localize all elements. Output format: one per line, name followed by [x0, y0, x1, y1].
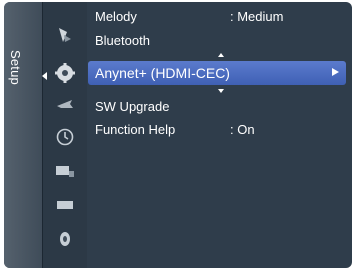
- input-icon[interactable]: [52, 160, 78, 182]
- scroll-up-icon: [218, 53, 224, 57]
- menu-item-label: Function Help: [95, 122, 176, 137]
- menu-tab[interactable]: Setup: [4, 2, 42, 268]
- menu-icon-bar: [42, 2, 87, 268]
- menu-item-label: Anynet+ (HDMI-CEC): [95, 65, 230, 81]
- menu-tab-label: Setup: [8, 50, 23, 85]
- clock-icon[interactable]: [52, 126, 78, 148]
- menu-item-label: Bluetooth: [95, 33, 150, 48]
- display-icon[interactable]: [52, 194, 78, 216]
- channel-antenna-icon[interactable]: [52, 94, 78, 116]
- selected-category-pointer-icon: [42, 72, 47, 80]
- menu-list: Melody : Medium Bluetooth Anynet+ (HDMI-…: [88, 2, 352, 268]
- scroll-down-icon: [218, 89, 224, 93]
- menu-item-label: Melody: [95, 9, 137, 24]
- menu-item-function-help[interactable]: Function Help : On: [88, 119, 346, 141]
- menu-item-anynet[interactable]: Anynet+ (HDMI-CEC): [88, 61, 346, 85]
- menu-item-sw-upgrade[interactable]: SW Upgrade: [88, 96, 346, 118]
- menu-item-value: : On: [230, 122, 255, 137]
- menu-item-label: SW Upgrade: [95, 99, 170, 114]
- setup-menu-panel: Setup Melody : Medium Bluetooth Anynet+ …: [4, 2, 352, 268]
- sound-icon[interactable]: [52, 228, 78, 250]
- submenu-arrow-icon: [332, 68, 339, 76]
- menu-item-bluetooth[interactable]: Bluetooth: [88, 30, 346, 52]
- picture-icon[interactable]: [52, 24, 78, 46]
- setup-gear-icon[interactable]: [52, 62, 78, 84]
- menu-item-melody[interactable]: Melody : Medium: [88, 6, 346, 28]
- menu-item-value: : Medium: [230, 9, 284, 24]
